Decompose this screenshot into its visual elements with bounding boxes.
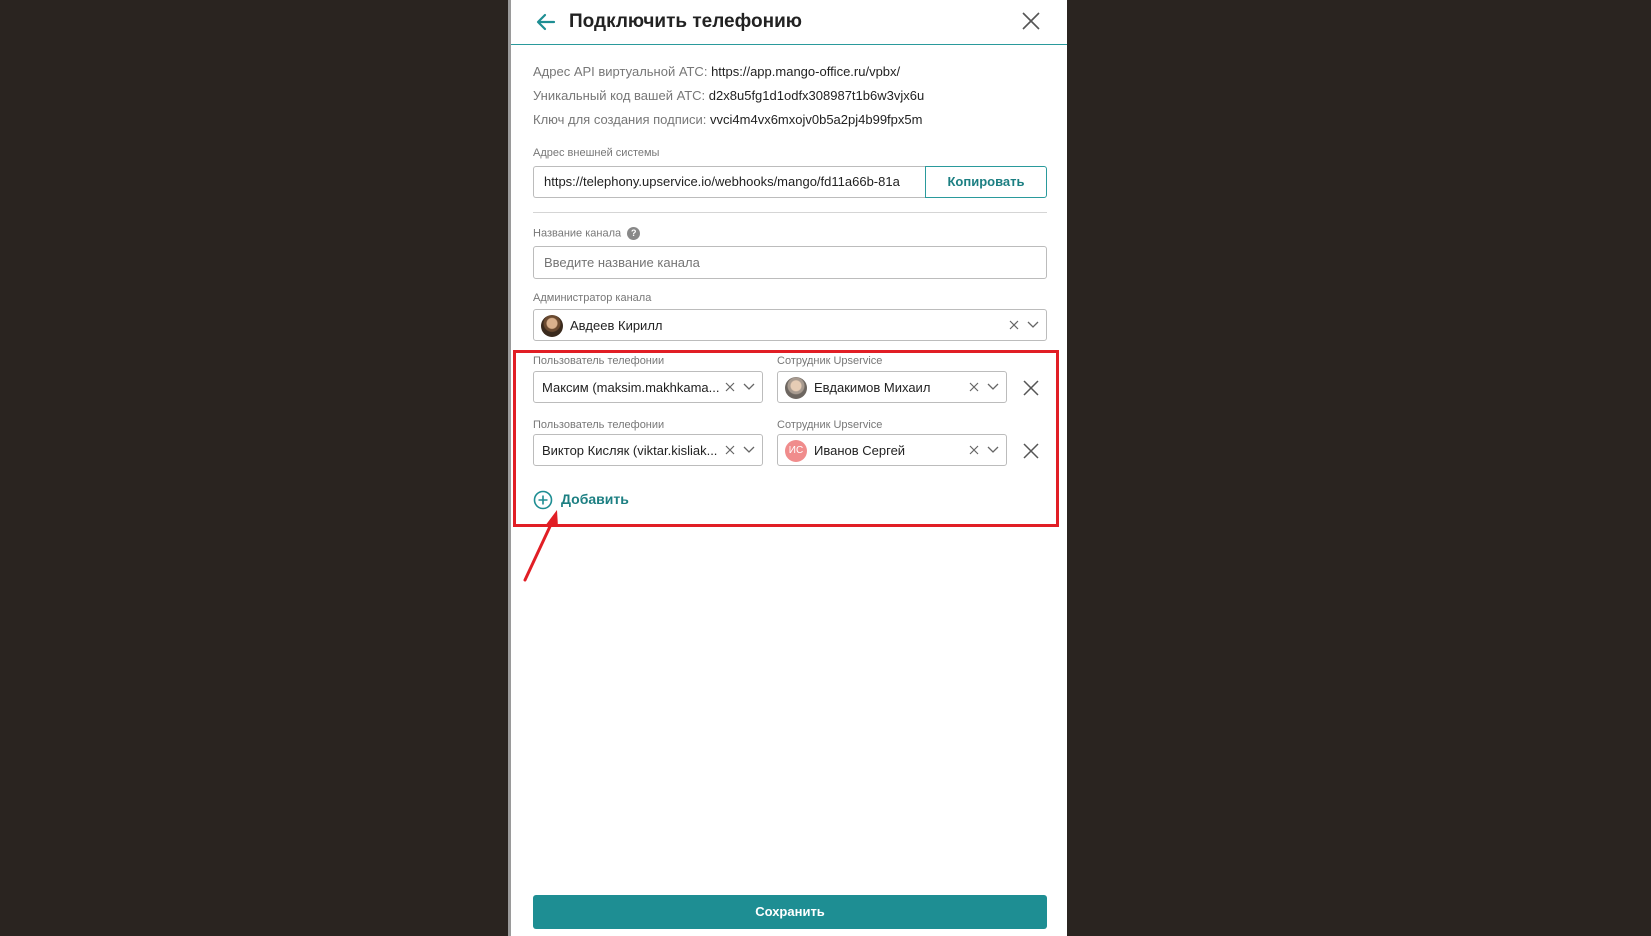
avatar	[541, 315, 563, 337]
external-address-field[interactable]: https://telephony.upservice.io/webhooks/…	[533, 166, 925, 198]
employee-label: Сотрудник Upservice	[777, 355, 883, 367]
channel-admin-label: Администратор канала	[533, 292, 652, 304]
remove-row-icon[interactable]	[1023, 380, 1039, 396]
telephony-user-label: Пользователь телефонии	[533, 419, 665, 431]
avatar: ИС	[785, 440, 807, 462]
unique-code-label: Уникальный код вашей АТС:	[533, 88, 706, 103]
save-button[interactable]: Сохранить	[533, 895, 1047, 929]
help-icon[interactable]: ?	[627, 227, 641, 240]
signature-key-value: vvci4m4vx6mxojv0b5a2pj4b99fpx5m	[710, 112, 923, 127]
chevron-down-icon[interactable]	[987, 446, 999, 454]
channel-admin-value: Авдеев Кирилл	[570, 318, 663, 333]
channel-name-input[interactable]	[533, 246, 1047, 279]
channel-name-label-row: Название канала ?	[533, 227, 641, 240]
chevron-down-icon[interactable]	[743, 383, 755, 391]
employee-select[interactable]: Евдакимов Михаил	[777, 371, 1007, 403]
api-address-value: https://app.mango-office.ru/vpbx/	[711, 64, 901, 79]
telephony-user-value: Виктор Кисляк (viktar.kisliak...	[542, 443, 718, 458]
clear-icon[interactable]	[969, 445, 979, 455]
remove-row-icon[interactable]	[1023, 443, 1039, 459]
back-arrow-icon[interactable]	[534, 10, 558, 34]
chevron-down-icon[interactable]	[1027, 321, 1039, 329]
panel-header: Подключить телефонию	[511, 0, 1067, 45]
signature-key-label: Ключ для создания подписи:	[533, 112, 707, 127]
channel-name-label: Название канала	[533, 227, 622, 240]
avatar	[785, 377, 807, 399]
telephony-user-value: Максим (maksim.makhkama...	[542, 380, 720, 395]
telephony-user-select[interactable]: Виктор Кисляк (viktar.kisliak...	[533, 434, 763, 466]
employee-value: Иванов Сергей	[814, 443, 906, 458]
copy-button[interactable]: Копировать	[925, 166, 1047, 198]
unique-code-value: d2x8u5fg1d1odfx308987t1b6w3vjx6u	[708, 88, 925, 103]
employee-select[interactable]: ИС Иванов Сергей	[777, 434, 1007, 466]
channel-admin-select[interactable]: Авдеев Кирилл	[533, 309, 1047, 341]
divider	[533, 212, 1047, 213]
close-icon[interactable]	[1020, 10, 1042, 32]
telephony-user-label: Пользователь телефонии	[533, 355, 665, 367]
employee-value: Евдакимов Михаил	[814, 380, 931, 395]
employee-label: Сотрудник Upservice	[777, 419, 883, 431]
api-address-label: Адрес API виртуальной АТС:	[533, 64, 708, 79]
clear-icon[interactable]	[969, 382, 979, 392]
chevron-down-icon[interactable]	[987, 383, 999, 391]
plus-circle-icon	[533, 490, 553, 510]
clear-icon[interactable]	[725, 445, 735, 455]
page-title: Подключить телефонию	[569, 11, 802, 32]
telephony-user-select[interactable]: Максим (maksim.makhkama...	[533, 371, 763, 403]
connect-telephony-panel: Подключить телефонию Адрес API виртуальн…	[511, 0, 1067, 936]
chevron-down-icon[interactable]	[743, 446, 755, 454]
signature-key-row: Ключ для создания подписи: vvci4m4vx6mxo…	[533, 112, 922, 127]
clear-icon[interactable]	[1009, 320, 1019, 330]
clear-icon[interactable]	[725, 382, 735, 392]
api-address-row: Адрес API виртуальной АТС: https://app.m…	[533, 64, 900, 79]
add-mapping-label: Добавить	[561, 491, 629, 507]
external-address-label: Адрес внешней системы	[533, 147, 660, 159]
unique-code-row: Уникальный код вашей АТС: d2x8u5fg1d1odf…	[533, 88, 924, 103]
